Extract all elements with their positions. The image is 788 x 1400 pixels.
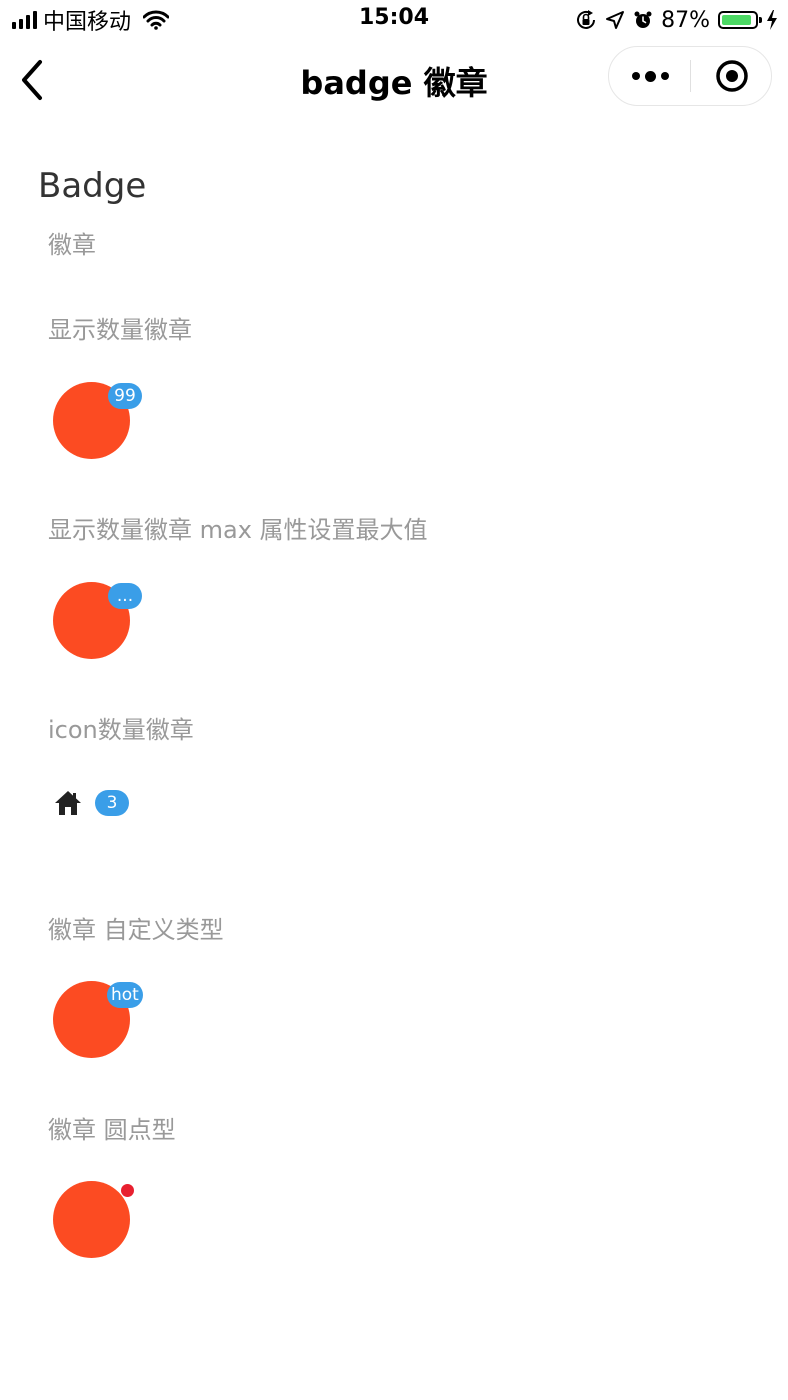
home-icon xyxy=(55,791,81,815)
status-right: 87% xyxy=(575,6,778,34)
charging-icon xyxy=(767,10,777,30)
location-icon xyxy=(606,11,625,29)
count-badge: 99 xyxy=(108,383,142,409)
alarm-icon xyxy=(634,11,652,28)
battery-icon xyxy=(718,11,762,29)
status-bar: 中国移动 15:04 87% xyxy=(0,0,788,40)
page-subtitle: 徽章 xyxy=(48,231,96,259)
icon-count-badge: 3 xyxy=(95,790,129,816)
orientation-lock-icon xyxy=(577,10,596,29)
section-title-custom: 徽章 自定义类型 xyxy=(48,916,224,944)
avatar xyxy=(53,1181,130,1258)
battery-percent: 87% xyxy=(661,7,710,33)
navigation-bar: badge 徽章 xyxy=(0,44,788,116)
dot-badge xyxy=(121,1184,134,1197)
page-title: Badge xyxy=(38,166,147,206)
target-icon[interactable] xyxy=(715,59,749,93)
section-title-icon: icon数量徽章 xyxy=(48,716,194,744)
hot-badge: hot xyxy=(107,982,143,1008)
capsule-divider xyxy=(690,60,691,92)
section-title-count: 显示数量徽章 xyxy=(48,316,192,344)
section-title-dot: 徽章 圆点型 xyxy=(48,1116,176,1144)
max-badge: ... xyxy=(108,583,142,609)
section-title-max: 显示数量徽章 max 属性设置最大值 xyxy=(48,516,428,544)
miniprogram-capsule xyxy=(608,46,772,106)
more-dots-icon[interactable] xyxy=(609,47,691,105)
